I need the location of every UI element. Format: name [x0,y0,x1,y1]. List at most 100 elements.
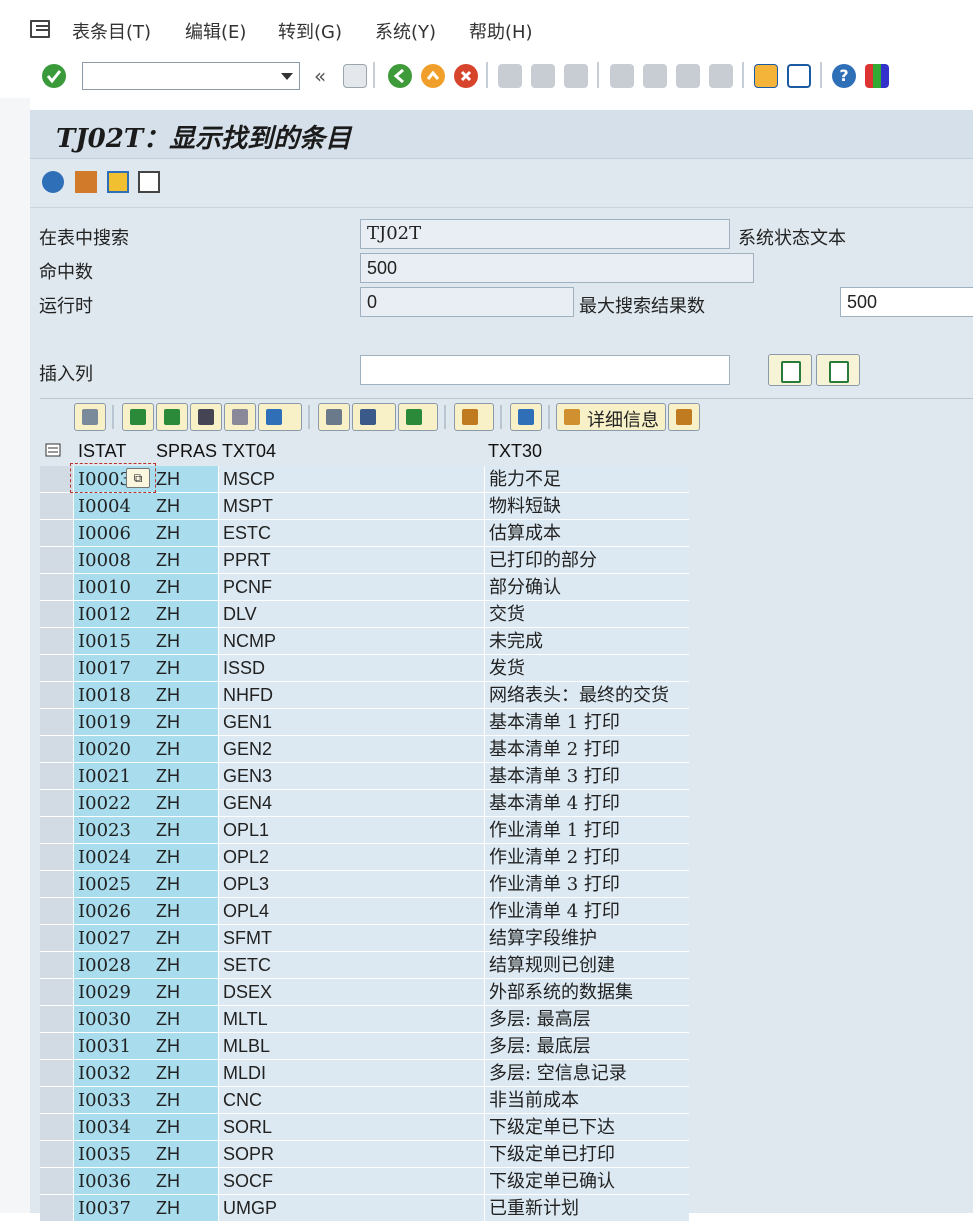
cell-istat[interactable]: I0023 [74,817,152,844]
table-row[interactable]: I0023 ZH OPL1 作业清单 1 打印 [40,817,689,844]
cell-istat[interactable]: I0030 [74,1006,152,1033]
cell-spras[interactable]: ZH [152,1114,218,1141]
views-button[interactable] [352,403,396,431]
row-selector[interactable] [40,1168,74,1195]
row-selector[interactable] [40,682,74,709]
cell-txt30[interactable]: 能力不足 [484,466,689,493]
cell-txt04[interactable]: DLV [218,601,484,628]
layout-button[interactable] [454,403,494,431]
menu-help[interactable]: 帮助(H) [469,18,533,44]
back-double-chevron-icon[interactable]: « [314,64,326,88]
table-row[interactable]: I0028 ZH SETC 结算规则已创建 [40,952,689,979]
table-row[interactable]: I0015 ZH NCMP 未完成 [40,628,689,655]
exit-icon[interactable] [421,64,445,88]
menu-icon[interactable] [30,20,50,38]
table-row[interactable]: I0021 ZH GEN3 基本清单 3 打印 [40,763,689,790]
table-row[interactable]: I0034 ZH SORL 下级定单已下达 [40,1114,689,1141]
new-session-icon[interactable] [754,64,778,88]
insert-column-input[interactable] [360,355,730,385]
refresh-icon[interactable] [42,171,64,193]
graphic-button[interactable]: 详细信息 [556,403,666,431]
row-selector[interactable] [40,1060,74,1087]
print-preview-button[interactable] [318,403,350,431]
cell-txt30[interactable]: 已重新计划 [484,1195,689,1222]
cell-txt30[interactable]: 作业清单 1 打印 [484,817,689,844]
cell-txt04[interactable]: UMGP [218,1195,484,1222]
row-selector[interactable] [40,736,74,763]
row-selector[interactable] [40,601,74,628]
column-header-txt04[interactable]: TXT04 [218,436,484,466]
table-row[interactable]: I0019 ZH GEN1 基本清单 1 打印 [40,709,689,736]
cell-txt30[interactable]: 外部系统的数据集 [484,979,689,1006]
details-icon[interactable] [138,171,160,193]
row-selector[interactable] [40,1087,74,1114]
cell-spras[interactable]: ZH [152,1060,218,1087]
enter-icon[interactable] [42,64,66,88]
cell-txt30[interactable]: 结算规则已创建 [484,952,689,979]
table-row[interactable]: I0026 ZH OPL4 作业清单 4 打印 [40,898,689,925]
cell-istat[interactable]: I0012 [74,601,152,628]
cell-spras[interactable]: ZH [152,466,218,493]
row-selector[interactable] [40,466,74,493]
menu-table-entry[interactable]: 表条目(T) [72,18,151,44]
back-icon[interactable] [388,64,412,88]
row-selector[interactable] [40,790,74,817]
row-selector[interactable] [40,763,74,790]
cell-txt04[interactable]: ESTC [218,520,484,547]
cell-spras[interactable]: ZH [152,979,218,1006]
cell-txt30[interactable]: 多层: 空信息记录 [484,1060,689,1087]
cell-txt04[interactable]: GEN2 [218,736,484,763]
change-icon[interactable] [107,171,129,193]
cell-txt30[interactable]: 已打印的部分 [484,547,689,574]
sort-ascending-button[interactable] [122,403,154,431]
cell-txt30[interactable]: 基本清单 2 打印 [484,736,689,763]
cell-txt30[interactable]: 作业清单 3 打印 [484,871,689,898]
cell-txt30[interactable]: 结算字段维护 [484,925,689,952]
column-header-txt30[interactable]: TXT30 [484,436,689,466]
cell-istat[interactable]: I0010 [74,574,152,601]
cell-istat[interactable]: I0034 [74,1114,152,1141]
cell-istat[interactable]: I0024 [74,844,152,871]
find-next-button[interactable] [224,403,256,431]
row-selector[interactable] [40,574,74,601]
command-field[interactable] [82,62,300,90]
cell-spras[interactable]: ZH [152,547,218,574]
cell-txt04[interactable]: ISSD [218,655,484,682]
cell-istat[interactable]: I0036 [74,1168,152,1195]
table-row[interactable]: I0008 ZH PPRT 已打印的部分 [40,547,689,574]
row-selector[interactable] [40,493,74,520]
cell-txt04[interactable]: MSPT [218,493,484,520]
table-row[interactable]: I0004 ZH MSPT 物料短缺 [40,493,689,520]
cell-istat[interactable]: I0019 [74,709,152,736]
cell-value-help-icon[interactable]: ⧉ [126,468,150,488]
menu-goto[interactable]: 转到(G) [278,18,342,44]
cell-spras[interactable]: ZH [152,1141,218,1168]
row-selector[interactable] [40,709,74,736]
cell-spras[interactable]: ZH [152,493,218,520]
cell-istat[interactable]: I0017 [74,655,152,682]
cell-spras[interactable]: ZH [152,1033,218,1060]
table-row[interactable]: I0010 ZH PCNF 部分确认 [40,574,689,601]
cell-txt04[interactable]: SORL [218,1114,484,1141]
row-selector[interactable] [40,1141,74,1168]
menu-edit[interactable]: 编辑(E) [185,18,246,44]
row-selector[interactable] [40,1195,74,1222]
cell-istat[interactable]: I0004 [74,493,152,520]
cell-istat[interactable]: I0018 [74,682,152,709]
row-selector[interactable] [40,1006,74,1033]
cell-spras[interactable]: ZH [152,628,218,655]
cell-txt04[interactable]: MLTL [218,1006,484,1033]
table-row[interactable]: I0006 ZH ESTC 估算成本 [40,520,689,547]
cell-spras[interactable]: ZH [152,736,218,763]
details-button[interactable] [74,403,106,431]
row-selector[interactable] [40,520,74,547]
cell-spras[interactable]: ZH [152,817,218,844]
table-row[interactable]: I0022 ZH GEN4 基本清单 4 打印 [40,790,689,817]
cell-txt30[interactable]: 作业清单 2 打印 [484,844,689,871]
cell-txt30[interactable]: 多层: 最高层 [484,1006,689,1033]
table-row[interactable]: I0032 ZH MLDI 多层: 空信息记录 [40,1060,689,1087]
row-selector[interactable] [40,952,74,979]
cell-txt30[interactable]: 下级定单已确认 [484,1168,689,1195]
cell-txt30[interactable]: 部分确认 [484,574,689,601]
cell-istat[interactable]: I0015 [74,628,152,655]
